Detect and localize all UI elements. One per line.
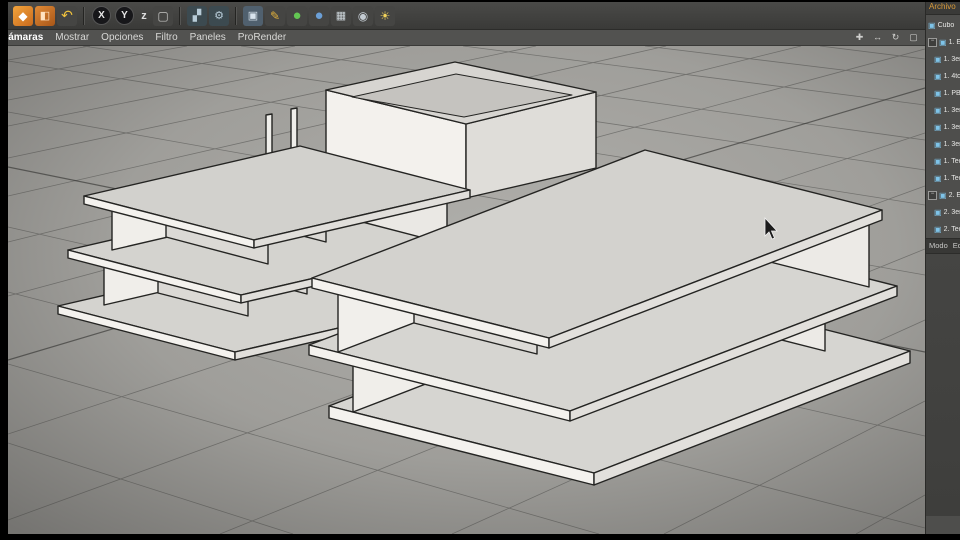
attribute-manager-body <box>926 254 960 516</box>
tree-item[interactable]: ▣ 1. 3er piso <box>926 136 960 153</box>
material-icon[interactable]: ◧ <box>35 6 55 26</box>
main-toolbar: ◆ ◧ ↶ X Y z ▢ ▞ ⚙ ▣ ✎ ● ● ▦ ◉ ☀ <box>8 2 925 30</box>
menu-prorender[interactable]: ProRender <box>238 32 286 43</box>
object-cube-icon: ▣ <box>928 21 936 30</box>
expand-toggle[interactable]: − <box>928 38 937 47</box>
screen-edge <box>0 0 960 2</box>
tree-item[interactable]: ▣ 2. 3er piso <box>926 204 960 221</box>
render-settings-icon[interactable]: ⚙ <box>209 6 229 26</box>
object-cube-icon: ▣ <box>934 55 942 64</box>
tree-item[interactable]: ▣ 1. Techo <box>926 153 960 170</box>
workplane-icon[interactable]: ▢ <box>153 6 173 26</box>
menu-paneles[interactable]: Paneles <box>190 32 226 43</box>
tree-item[interactable]: ▣ 1. 3er piso <box>926 119 960 136</box>
object-null-icon: ▣ <box>939 38 947 47</box>
c4d-logo-icon[interactable]: ◆ <box>13 6 33 26</box>
object-cube-icon: ▣ <box>934 157 942 166</box>
tree-item[interactable]: − ▣ 2. Edificio <box>926 187 960 204</box>
menu-mostrar[interactable]: Mostrar <box>55 32 89 43</box>
array-icon[interactable]: ▦ <box>331 6 351 26</box>
add-cube-icon[interactable]: ▣ <box>243 6 263 26</box>
subdivision-surface-icon[interactable]: ● <box>287 6 307 26</box>
tree-item[interactable]: ▣ Cubo <box>926 17 960 34</box>
toolbar-separator <box>235 7 237 25</box>
menu-filtro[interactable]: Filtro <box>155 32 177 43</box>
axis-y-lock-icon[interactable]: Y <box>115 6 134 25</box>
object-manager-panel: Archivo ▣ Cubo − ▣ 1. Edificio ▣ 1. 3er … <box>925 0 960 540</box>
metaball-icon[interactable]: ● <box>309 6 329 26</box>
tree-item[interactable]: − ▣ 1. Edificio <box>926 34 960 51</box>
tree-item[interactable]: ▣ 1. 4to piso <box>926 68 960 85</box>
maximize-view-icon[interactable]: ▢ <box>908 32 919 43</box>
toolbar-separator <box>179 7 181 25</box>
screen-edge <box>0 0 8 540</box>
viewport-3d[interactable] <box>0 0 960 540</box>
attribute-manager-header: Modo Editar <box>926 238 960 254</box>
object-cube-icon: ▣ <box>934 106 942 115</box>
object-cube-icon: ▣ <box>934 72 942 81</box>
viewport-menubar: Cámaras Mostrar Opciones Filtro Paneles … <box>8 30 925 46</box>
zoom-view-icon[interactable]: ↔ <box>872 32 883 43</box>
toolbar-separator <box>83 7 85 25</box>
tree-item[interactable]: ▣ 1. Techo 2 <box>926 170 960 187</box>
expand-toggle[interactable]: − <box>928 191 937 200</box>
tree-item[interactable]: ▣ 2. Techo 2 <box>926 221 960 238</box>
object-cube-icon: ▣ <box>934 140 942 149</box>
rotate-view-icon[interactable]: ↻ <box>890 32 901 43</box>
object-cube-icon: ▣ <box>934 123 942 132</box>
axis-z-lock-icon[interactable]: z <box>137 6 151 26</box>
axis-x-lock-icon[interactable]: X <box>92 6 111 25</box>
object-tree: ▣ Cubo − ▣ 1. Edificio ▣ 1. 3er piso ▣ 1… <box>926 15 960 238</box>
light-icon[interactable]: ☀ <box>375 6 395 26</box>
object-manager-menu-archivo[interactable]: Archivo <box>926 0 960 15</box>
screen-edge <box>0 534 960 540</box>
tree-item[interactable]: ▣ 1. 3er piso <box>926 51 960 68</box>
object-cube-icon: ▣ <box>934 208 942 217</box>
object-cube-icon: ▣ <box>934 174 942 183</box>
menu-opciones[interactable]: Opciones <box>101 32 143 43</box>
viewport-nav-controls: ✚ ↔ ↻ ▢ <box>854 32 919 43</box>
mode-menu[interactable]: Modo <box>929 239 948 253</box>
pan-view-icon[interactable]: ✚ <box>854 32 865 43</box>
tree-item[interactable]: ▣ 1. 3er piso <box>926 102 960 119</box>
tree-item[interactable]: ▣ 1. PB <box>926 85 960 102</box>
render-view-icon[interactable]: ▞ <box>187 6 207 26</box>
camera-icon[interactable]: ◉ <box>353 6 373 26</box>
spline-pen-icon[interactable]: ✎ <box>265 6 285 26</box>
app-window: ◆ ◧ ↶ X Y z ▢ ▞ ⚙ ▣ ✎ ● ● ▦ ◉ ☀ Cámaras … <box>0 0 960 540</box>
edit-menu[interactable]: Editar <box>953 239 960 253</box>
object-null-icon: ▣ <box>939 191 947 200</box>
object-cube-icon: ▣ <box>934 89 942 98</box>
object-cube-icon: ▣ <box>934 225 942 234</box>
undo-icon[interactable]: ↶ <box>57 6 77 26</box>
